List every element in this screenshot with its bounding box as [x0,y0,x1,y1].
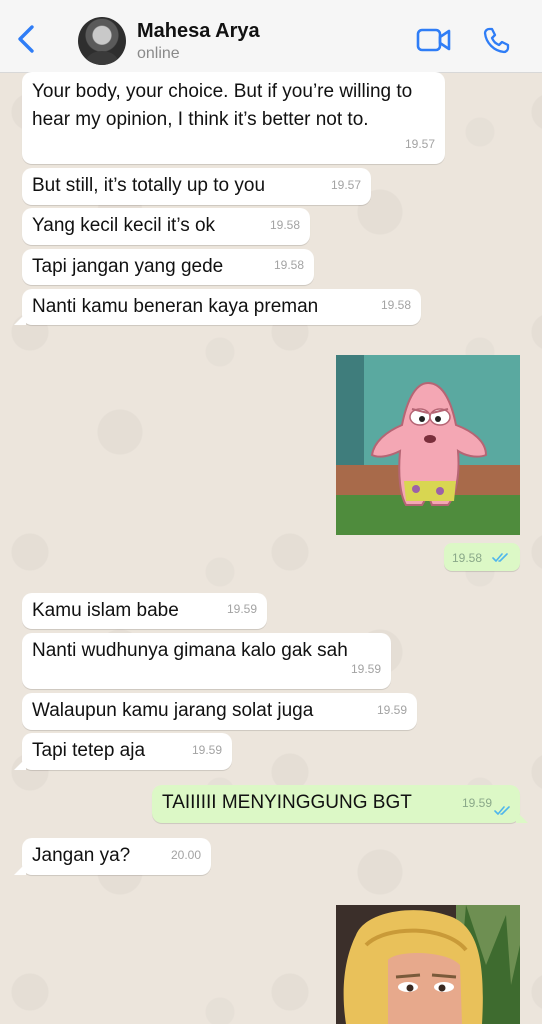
blonde-girl-sticker[interactable] [336,905,520,1024]
message-time: 19.57 [404,137,435,151]
message-time: 19.59 [226,602,257,616]
contact-name[interactable]: Mahesa Arya [137,20,260,43]
message-bubble-incoming[interactable]: But still, it’s totally up to you 19.57 [22,168,371,205]
video-call-icon[interactable] [416,27,452,53]
bubble-tail [14,758,26,770]
message-bubble-incoming[interactable]: Tapi tetep aja 19.59 [14,733,232,770]
patrick-star-sticker[interactable] [336,355,520,535]
message-bubble-incoming[interactable]: Kamu islam babe 19.59 [22,593,267,629]
contact-status: online [137,45,180,62]
message-text: TAIIIIII MENYINGGUNG BGT [162,792,412,813]
message-time: 19.58 [452,551,483,565]
message-bubble-incoming[interactable]: Nanti kamu beneran kaya preman 19.58 [14,289,421,325]
message-bubble-incoming[interactable]: Nanti wudhunya gimana kalo gak sah 19.59 [22,633,391,689]
message-bubble-incoming[interactable]: Yang kecil kecil it’s ok 19.58 [22,208,310,245]
message-time: 19.58 [380,298,411,312]
message-bubble-outgoing[interactable]: TAIIIIII MENYINGGUNG BGT 19.59 [152,785,528,823]
message-bubble-incoming[interactable]: Tapi jangan yang gede 19.58 [22,249,314,285]
message-bubble-incoming[interactable]: Jangan ya? 20.00 [14,838,211,875]
message-text: Nanti kamu beneran kaya preman [32,296,319,317]
message-time: 19.59 [350,662,381,676]
avatar[interactable] [78,17,126,65]
message-time: 19.58 [269,218,300,232]
message-time: 20.00 [170,848,201,862]
message-text: Tapi tetep aja [32,740,146,761]
message-time: 19.57 [330,178,361,192]
message-text: Kamu islam babe [32,600,179,621]
message-bubble-incoming[interactable]: Your body, your choice. But if you’re wi… [22,72,445,164]
message-bubble-incoming[interactable]: Walaupun kamu jarang solat juga 19.59 [22,693,417,730]
chat-header: Mahesa Arya online [0,0,542,73]
message-text: Jangan ya? [32,845,131,866]
message-text: Tapi jangan yang gede [32,256,224,277]
bubble-tail [14,863,26,875]
message-time: 19.58 [273,258,304,272]
sticker-time-pill: 19.58 [444,543,520,571]
message-text: Yang kecil kecil it’s ok [32,215,216,236]
message-text: Nanti wudhunya gimana kalo gak sah [32,640,348,661]
double-check-icon [492,553,508,562]
message-text: But still, it’s totally up to you [32,175,266,196]
bubble-tail [14,313,26,325]
back-chevron-icon[interactable] [14,24,38,54]
phone-call-icon[interactable] [483,26,511,54]
message-time: 19.59 [191,743,222,757]
bubble-tail [516,811,528,823]
message-time: 19.59 [461,796,492,810]
message-time: 19.59 [376,703,407,717]
double-check-icon [494,806,510,815]
message-text: Walaupun kamu jarang solat juga [32,700,314,721]
message-text: Your body, your choice. But if you’re wi… [32,81,413,130]
